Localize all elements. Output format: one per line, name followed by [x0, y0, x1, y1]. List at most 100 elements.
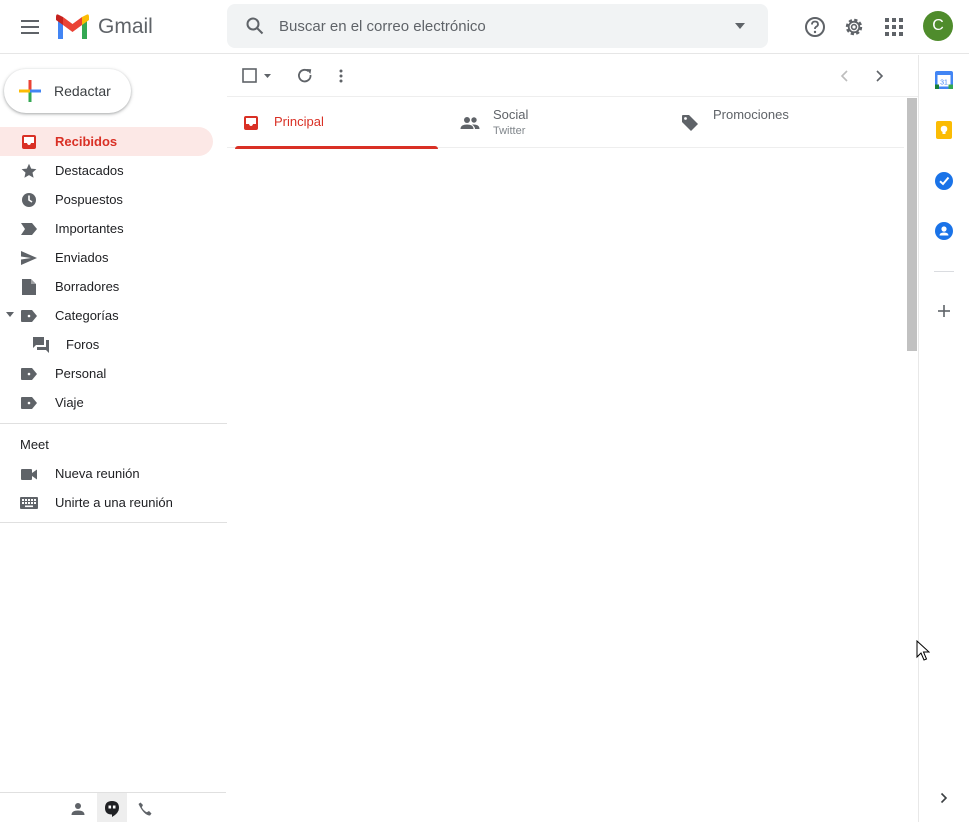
search-options-button[interactable] [728, 14, 752, 38]
checkbox-icon [242, 68, 271, 83]
hangouts-bar [0, 792, 226, 822]
meet-item-label: Nueva reunión [55, 466, 140, 481]
select-all-checkbox[interactable] [240, 65, 276, 87]
message-list-scrollbar[interactable] [905, 97, 918, 822]
contacts-icon [935, 222, 953, 240]
sidebar-item-drafts[interactable]: Borradores [0, 272, 227, 301]
plus-icon [938, 305, 950, 317]
people-icon [460, 113, 480, 133]
sidebar-item-sent[interactable]: Enviados [0, 243, 227, 272]
more-vert-icon [339, 69, 343, 83]
tab-social[interactable]: Social Twitter [446, 97, 661, 148]
account-avatar[interactable]: C [923, 11, 953, 41]
tasks-addon-button[interactable] [933, 170, 955, 192]
calendar-icon: 31 [935, 71, 953, 89]
mouse-cursor-icon [916, 640, 930, 661]
main-menu-button[interactable] [16, 13, 44, 41]
more-options-button[interactable] [330, 65, 352, 87]
inbox-category-tabs: Principal Social Twitter Promociones [227, 97, 904, 149]
settings-button[interactable] [840, 13, 868, 41]
newer-page-button[interactable] [833, 65, 855, 87]
compose-button[interactable]: Redactar [4, 69, 131, 113]
sidebar-item-inbox[interactable]: Recibidos [0, 127, 213, 156]
sidebar-item-label: Borradores [55, 279, 120, 294]
tasks-icon [935, 172, 953, 190]
search-bar[interactable] [227, 4, 768, 48]
keep-icon [936, 121, 952, 139]
help-button[interactable] [801, 13, 829, 41]
sidebar-item-important[interactable]: Importantes [0, 214, 227, 243]
tab-label: Promociones [713, 107, 789, 122]
scrollbar-thumb[interactable] [907, 98, 917, 351]
sidebar-item-label: Importantes [55, 221, 124, 236]
sidebar-item-label: Recibidos [55, 134, 118, 149]
tab-label: Social [493, 107, 529, 122]
meet-join-meeting[interactable]: Unirte a una reunión [0, 488, 227, 517]
refresh-button[interactable] [294, 65, 316, 87]
apps-grid-icon [885, 18, 903, 36]
forum-icon [32, 336, 50, 354]
sidebar-divider [0, 423, 227, 424]
clock-icon [20, 191, 38, 209]
show-side-panel-button[interactable] [933, 787, 955, 809]
sidebar-item-label: Foros [66, 337, 100, 352]
gmail-m-icon [56, 14, 89, 39]
send-icon [20, 249, 38, 267]
tab-label: Principal [274, 114, 324, 129]
refresh-icon [298, 68, 312, 83]
sidebar-item-starred[interactable]: Destacados [0, 156, 227, 185]
gmail-logo[interactable]: Gmail [56, 14, 153, 39]
inbox-icon [241, 113, 261, 133]
apps-button[interactable] [880, 13, 908, 41]
contacts-button[interactable] [69, 800, 87, 818]
sidebar-divider [0, 522, 227, 523]
sidebar-item-forums[interactable]: Foros [0, 330, 227, 359]
compose-label: Redactar [54, 83, 111, 99]
plus-icon [19, 80, 41, 102]
sidebar-nav: Recibidos Destacados Pospuestos Importan… [0, 127, 227, 417]
person-icon [71, 803, 85, 815]
draft-icon [20, 278, 38, 296]
sidebar-item-label: Enviados [55, 250, 109, 265]
sidebar-item-label: Personal [55, 366, 107, 381]
label-icon [20, 307, 38, 325]
meet-section-title: Meet [20, 437, 49, 452]
help-icon [805, 17, 825, 37]
side-panel-divider [934, 271, 954, 272]
mail-toolbar [227, 55, 918, 97]
caret-down-icon[interactable] [6, 312, 14, 317]
svg-text:31: 31 [940, 80, 948, 87]
chevron-right-icon [876, 70, 884, 82]
label-icon [20, 394, 38, 412]
sidebar-item-label: Destacados [55, 163, 124, 178]
sidebar-item-personal[interactable]: Personal [0, 359, 227, 388]
side-panel: 31 [918, 55, 969, 822]
tab-principal[interactable]: Principal [227, 97, 442, 149]
gear-icon [845, 18, 863, 36]
video-icon [20, 465, 38, 483]
phone-button[interactable] [136, 800, 154, 818]
hangouts-button[interactable] [103, 800, 121, 818]
tab-promociones[interactable]: Promociones [666, 97, 881, 148]
phone-icon [138, 802, 152, 816]
top-header: Gmail C [0, 0, 969, 54]
contacts-addon-button[interactable] [933, 220, 955, 242]
sidebar-item-travel[interactable]: Viaje [0, 388, 227, 417]
tab-subtitle: Twitter [493, 125, 526, 137]
important-icon [20, 220, 38, 238]
keyboard-icon [20, 494, 38, 512]
meet-nav: Nueva reunión Unirte a una reunión [0, 459, 227, 517]
sidebar-item-snoozed[interactable]: Pospuestos [0, 185, 227, 214]
search-icon[interactable] [243, 14, 267, 38]
app-name: Gmail [98, 14, 153, 38]
calendar-addon-button[interactable]: 31 [933, 69, 955, 91]
search-input[interactable] [279, 17, 728, 35]
keep-addon-button[interactable] [933, 119, 955, 141]
sidebar-item-categories[interactable]: Categorías [0, 301, 227, 330]
sidebar-item-label: Categorías [55, 308, 119, 323]
older-page-button[interactable] [869, 65, 891, 87]
caret-down-icon [735, 23, 745, 29]
meet-new-meeting[interactable]: Nueva reunión [0, 459, 227, 488]
get-addons-button[interactable] [933, 300, 955, 322]
label-icon [20, 365, 38, 383]
